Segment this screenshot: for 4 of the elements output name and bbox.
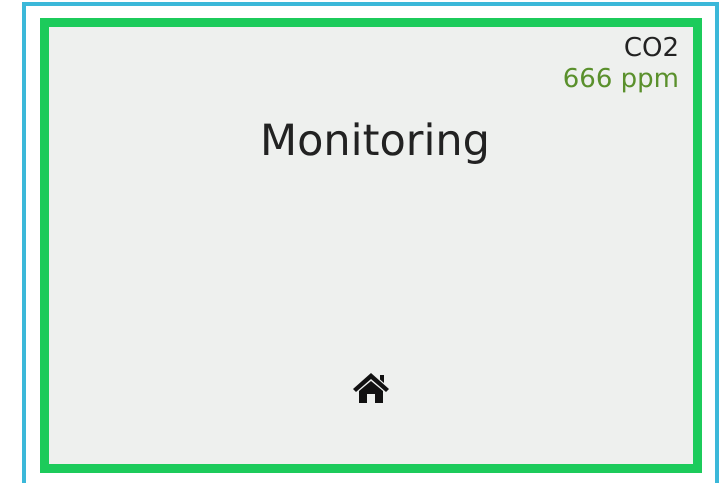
sensor-reading: 666 ppm bbox=[562, 64, 679, 96]
home-icon[interactable] bbox=[352, 372, 390, 404]
sensor-label: CO2 bbox=[624, 33, 679, 64]
screen-title: Monitoring bbox=[260, 115, 490, 168]
